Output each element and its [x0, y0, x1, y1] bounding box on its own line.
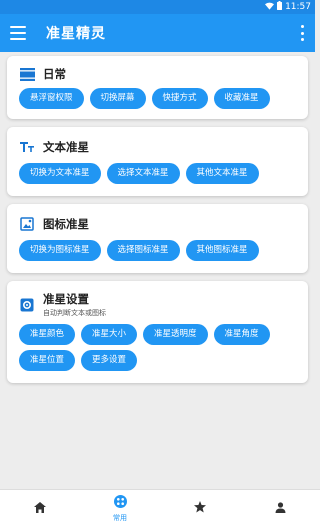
status-time: 11:57: [285, 2, 311, 12]
main-content: 日常 悬浮窗权限 切换屏幕 快捷方式 收藏准星 文本准星 切换为文本准星 选择文…: [0, 52, 315, 383]
other-text-button[interactable]: 其他文本准星: [185, 163, 259, 184]
crosshair-angle-button[interactable]: 准星角度: [213, 324, 270, 345]
status-bar: 11:57: [0, 0, 315, 14]
crosshair-size-button[interactable]: 准星大小: [81, 324, 138, 345]
card-crosshair-settings: 准星设置 自动判断文本或图标 准星颜色 准星大小 准星透明度 准星角度 准星位置…: [7, 281, 308, 383]
card-subtitle: 自动判断文本或图标: [43, 309, 106, 317]
card-title: 准星设置: [43, 292, 89, 306]
nav-label: 常用: [113, 513, 127, 522]
more-settings-button[interactable]: 更多设置: [81, 350, 138, 371]
wifi-icon: [265, 2, 275, 13]
crosshair-color-button[interactable]: 准星颜色: [19, 324, 76, 345]
card-title: 日常: [43, 67, 66, 81]
battery-icon: [277, 1, 283, 13]
app-title: 准星精灵: [46, 26, 106, 42]
switch-to-icon-button[interactable]: 切换为图标准星: [19, 240, 101, 261]
card-text-crosshair: 文本准星 切换为文本准星 选择文本准星 其他文本准星: [7, 127, 308, 196]
star-icon: [194, 498, 206, 517]
settings-icon: [19, 297, 35, 313]
person-icon: [275, 498, 286, 517]
nav-common[interactable]: 常用: [90, 493, 150, 523]
home-icon: [34, 498, 46, 517]
switch-to-text-button[interactable]: 切换为文本准星: [19, 163, 101, 184]
nav-favorites[interactable]: [170, 498, 230, 517]
crosshair-position-button[interactable]: 准星位置: [19, 350, 76, 371]
card-daily: 日常 悬浮窗权限 切换屏幕 快捷方式 收藏准星: [7, 56, 308, 119]
bottom-nav: 常用: [0, 489, 320, 525]
app-bar: 准星精灵: [0, 14, 315, 52]
more-options-icon[interactable]: [301, 25, 305, 41]
card-title: 文本准星: [43, 140, 89, 154]
select-text-button[interactable]: 选择文本准星: [106, 163, 180, 184]
nav-profile[interactable]: [250, 498, 310, 517]
menu-icon[interactable]: [10, 26, 26, 40]
crosshair-opacity-button[interactable]: 准星透明度: [143, 324, 208, 345]
favorite-crosshair-button[interactable]: 收藏准星: [213, 88, 270, 109]
other-icon-button[interactable]: 其他图标准星: [185, 240, 259, 261]
overlay-permission-button[interactable]: 悬浮窗权限: [19, 88, 84, 109]
shortcut-button[interactable]: 快捷方式: [151, 88, 208, 109]
image-icon: [19, 216, 35, 232]
card-title: 图标准星: [43, 217, 89, 231]
monitor-icon: [19, 66, 35, 82]
text-format-icon: [19, 139, 35, 155]
apps-icon: [113, 493, 127, 512]
card-icon-crosshair: 图标准星 切换为图标准星 选择图标准星 其他图标准星: [7, 204, 308, 273]
switch-screen-button[interactable]: 切换屏幕: [89, 88, 146, 109]
select-icon-button[interactable]: 选择图标准星: [106, 240, 180, 261]
nav-home[interactable]: [10, 498, 70, 517]
